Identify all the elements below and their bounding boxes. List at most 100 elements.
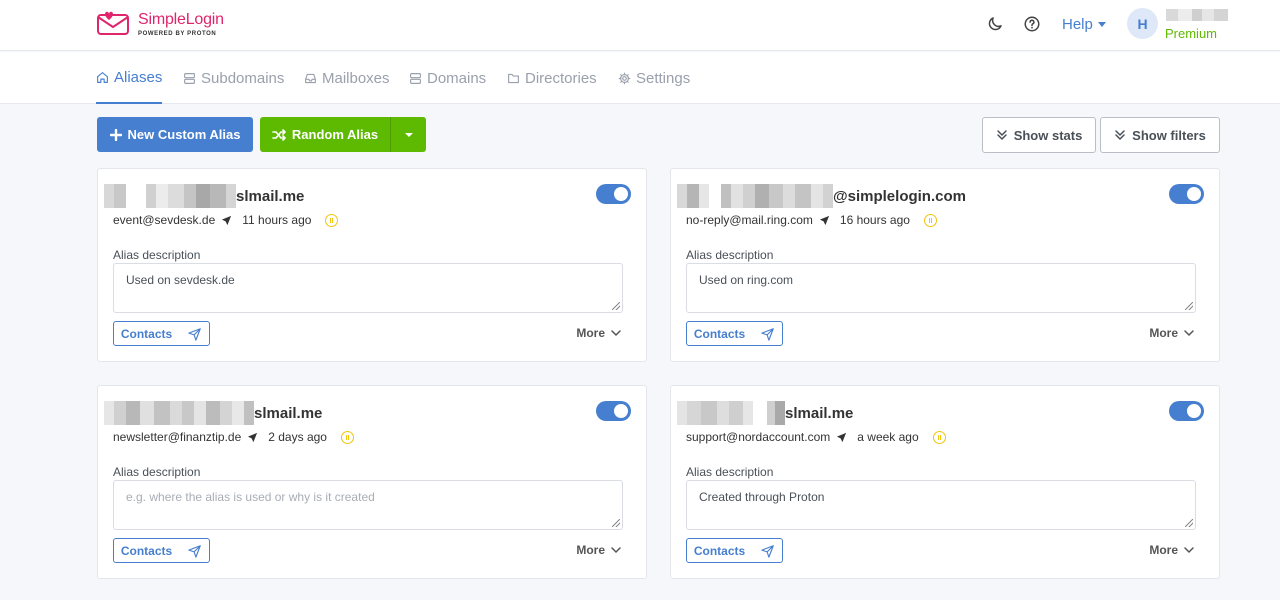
alias-description-input[interactable]: Used on ring.com (686, 263, 1196, 313)
chevron-down-icon (611, 330, 621, 337)
chevron-down-icon (1184, 330, 1194, 337)
tab-subdomains[interactable]: Subdomains (183, 52, 284, 104)
alias-domain: @simplelogin.com (833, 187, 966, 205)
alias-activity: support@nordaccount.com a week ago (686, 430, 946, 444)
random-alias-options-toggle[interactable] (390, 117, 426, 152)
gear-icon (618, 72, 631, 84)
alias-enabled-toggle[interactable] (1169, 401, 1204, 421)
alias-activity: no-reply@mail.ring.com 16 hours ago (686, 213, 937, 227)
tab-aliases[interactable]: Aliases (96, 52, 163, 104)
more-dropdown[interactable]: More (576, 326, 621, 340)
paper-plane-icon (248, 432, 258, 442)
server-icon (184, 72, 195, 84)
resize-handle-icon[interactable] (612, 519, 620, 527)
alias-enabled-toggle[interactable] (596, 401, 631, 421)
paper-plane-icon (819, 215, 829, 225)
send-icon (188, 327, 201, 341)
more-label: More (1149, 326, 1178, 340)
caret-down-icon (404, 132, 413, 137)
alias-local-part-redacted (677, 401, 785, 425)
random-alias-label: Random Alias (291, 127, 379, 142)
main-nav: Aliases Subdomains Mailboxes Domains Dir… (0, 52, 1280, 104)
send-icon (761, 327, 774, 341)
show-filters-label: Show filters (1132, 127, 1206, 143)
alias-local-part-redacted (677, 184, 833, 208)
alias-description-input[interactable]: Created through Proton (686, 480, 1196, 530)
alias-local-part-redacted (104, 184, 236, 208)
pause-circle-icon[interactable] (932, 430, 946, 444)
last-contact-email: newsletter@finanztip.de (113, 430, 242, 444)
tab-label: Directories (525, 69, 597, 87)
contacts-button[interactable]: Contacts (113, 538, 210, 563)
alias-description-input[interactable]: Used on sevdesk.de (113, 263, 623, 313)
question-circle-icon[interactable] (1023, 15, 1041, 33)
more-label: More (1149, 543, 1178, 557)
alias-card: @simplelogin.com no-reply@mail.ring.com … (670, 168, 1220, 362)
alias-card: slmail.me newsletter@finanztip.de 2 days… (97, 385, 647, 579)
last-activity-time: 2 days ago (268, 430, 327, 444)
more-label: More (576, 326, 605, 340)
alias-email: slmail.me (104, 401, 322, 425)
tab-label: Settings (636, 69, 691, 87)
alias-email: @simplelogin.com (677, 184, 966, 208)
last-contact-email: event@sevdesk.de (113, 213, 216, 227)
last-contact-email: support@nordaccount.com (686, 430, 831, 444)
tab-label: Aliases (114, 68, 163, 86)
chevrons-down-icon (1115, 130, 1125, 140)
folder-icon (508, 73, 519, 83)
shuffle-icon (272, 128, 286, 141)
more-dropdown[interactable]: More (1149, 543, 1194, 557)
inbox-icon (305, 73, 316, 83)
help-dropdown[interactable]: Help (1062, 16, 1106, 33)
moon-icon[interactable] (986, 15, 1004, 33)
alias-activity: event@sevdesk.de 11 hours ago (113, 213, 339, 227)
paper-plane-icon (837, 432, 847, 442)
show-filters-button[interactable]: Show filters (1100, 117, 1220, 153)
avatar[interactable]: H (1127, 8, 1158, 39)
pause-circle-icon[interactable] (325, 213, 339, 227)
alias-description-value: Used on ring.com (699, 273, 794, 287)
alias-enabled-toggle[interactable] (1169, 184, 1204, 204)
contacts-button[interactable]: Contacts (686, 538, 783, 563)
alias-email: slmail.me (104, 184, 304, 208)
alias-enabled-toggle[interactable] (596, 184, 631, 204)
random-alias-button[interactable]: Random Alias (260, 117, 390, 152)
alias-description-label: Alias description (113, 248, 201, 262)
chevron-down-icon (611, 547, 621, 554)
contacts-label: Contacts (693, 543, 746, 558)
tab-domains[interactable]: Domains (409, 52, 486, 104)
resize-handle-icon[interactable] (612, 302, 620, 310)
contacts-label: Contacts (120, 326, 173, 341)
simplelogin-logo[interactable]: SimpleLogin POWERED BY PROTON (96, 11, 224, 37)
more-dropdown[interactable]: More (1149, 326, 1194, 340)
alias-domain: slmail.me (785, 404, 854, 422)
alias-local-part-redacted (104, 401, 254, 425)
more-label: More (576, 543, 605, 557)
send-icon (761, 544, 774, 558)
new-alias-label: New Custom Alias (127, 127, 241, 142)
home-icon (97, 71, 108, 83)
more-dropdown[interactable]: More (576, 543, 621, 557)
envelope-heart-logo-icon (97, 11, 129, 35)
tab-mailboxes[interactable]: Mailboxes (304, 52, 390, 104)
send-icon (188, 544, 201, 558)
chevron-down-icon (1097, 22, 1106, 27)
resize-handle-icon[interactable] (1185, 302, 1193, 310)
plus-icon (109, 128, 122, 141)
alias-description-input[interactable]: e.g. where the alias is used or why is i… (113, 480, 623, 530)
alias-activity: newsletter@finanztip.de 2 days ago (113, 430, 354, 444)
show-stats-button[interactable]: Show stats (982, 117, 1096, 153)
contacts-button[interactable]: Contacts (113, 321, 210, 346)
tab-settings[interactable]: Settings (618, 52, 690, 104)
pause-circle-icon[interactable] (923, 213, 937, 227)
resize-handle-icon[interactable] (1185, 519, 1193, 527)
server-icon (410, 72, 421, 84)
alias-description-label: Alias description (113, 465, 201, 479)
alias-card: slmail.me support@nordaccount.com a week… (670, 385, 1220, 579)
new-custom-alias-button[interactable]: New Custom Alias (97, 117, 253, 152)
pause-circle-icon[interactable] (340, 430, 354, 444)
last-activity-time: 16 hours ago (839, 213, 910, 227)
contacts-button[interactable]: Contacts (686, 321, 783, 346)
alias-domain: slmail.me (236, 187, 305, 205)
tab-directories[interactable]: Directories (507, 52, 597, 104)
